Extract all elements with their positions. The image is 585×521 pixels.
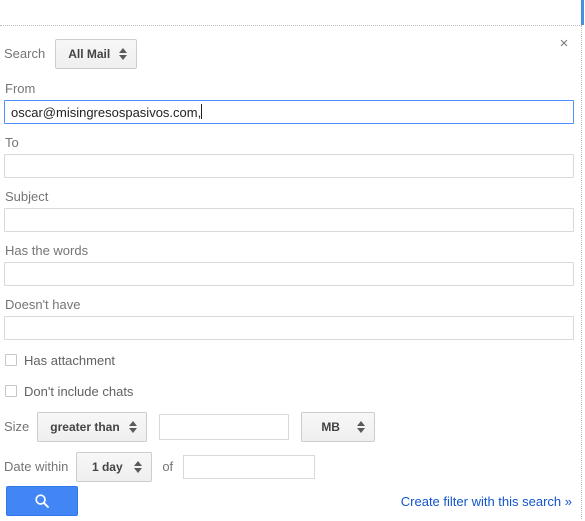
search-button[interactable] [6,486,78,516]
date-value-input[interactable] [183,455,316,479]
from-input[interactable] [4,100,574,124]
to-label: To [5,135,19,150]
window-top-strip [0,0,585,25]
from-field-block: From [0,81,582,124]
has-words-label: Has the words [5,243,89,258]
search-footer: Create filter with this search » [0,481,582,521]
search-scope-row: Search All Mail [0,38,582,70]
updown-chevron-icon [134,460,143,474]
size-unit-dropdown[interactable]: MB [300,412,375,442]
doesnt-have-field-block: Doesn't have [0,297,582,340]
search-options-panel: × Search All Mail From To [0,25,582,519]
to-field-block: To [0,135,582,178]
size-value-input[interactable] [158,414,289,440]
has-attachment-row[interactable]: Has attachment [0,349,582,371]
subject-input[interactable] [4,208,574,232]
date-within-value: 1 day [91,460,123,474]
to-input[interactable] [4,154,574,178]
has-attachment-label: Has attachment [24,352,116,368]
from-label: From [5,81,36,96]
search-icon [35,494,49,508]
search-scope-dropdown[interactable]: All Mail [55,39,138,69]
updown-chevron-icon [119,47,128,61]
subject-field-block: Subject [0,189,582,232]
has-words-field-block: Has the words [0,243,582,286]
date-within-row: Date within 1 day of [0,452,582,482]
window-root: × Search All Mail From To [0,0,585,519]
has-attachment-checkbox[interactable] [5,354,17,366]
updown-chevron-icon [356,420,366,434]
from-input-wrap [4,100,578,124]
date-of-label: of [162,459,174,474]
size-unit-value: MB [321,420,340,434]
size-row: Size greater than MB [0,412,582,442]
search-scope-value: All Mail [68,47,111,61]
date-within-dropdown[interactable]: 1 day [76,452,153,482]
create-filter-link[interactable]: Create filter with this search » [401,494,572,509]
size-label: Size [4,419,30,434]
has-words-input[interactable] [4,262,574,286]
search-scope-label: Search [4,46,46,61]
date-within-label: Date within [4,459,69,474]
text-cursor [201,104,203,119]
subject-label: Subject [5,189,49,204]
dont-include-chats-checkbox[interactable] [5,385,17,397]
search-form: Search All Mail From To [0,26,582,482]
size-operator-dropdown[interactable]: greater than [37,412,147,442]
dont-include-chats-row[interactable]: Don't include chats [0,380,582,402]
size-operator-value: greater than [50,420,120,434]
doesnt-have-label: Doesn't have [5,297,81,312]
updown-chevron-icon [128,420,138,434]
dont-include-chats-label: Don't include chats [24,383,134,399]
doesnt-have-input[interactable] [4,316,574,340]
window-accent-edge [581,0,584,25]
